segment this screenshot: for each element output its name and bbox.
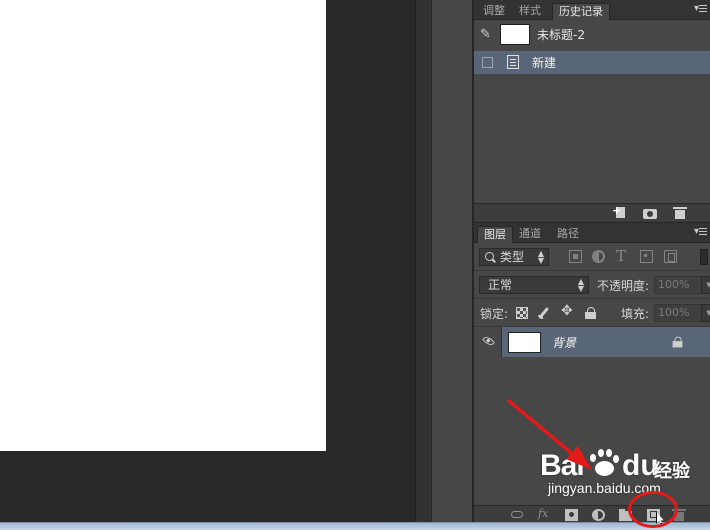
layer-filter-row: 类型 ▲ ▼ T xyxy=(474,243,710,271)
tab-paths[interactable]: 路径 xyxy=(551,226,585,243)
history-footer xyxy=(474,203,710,222)
lock-label: 锁定: xyxy=(480,307,509,321)
fill-field[interactable]: 100% ▼ xyxy=(654,304,710,322)
lock-transparent-pixels-icon[interactable] xyxy=(516,307,528,319)
lock-position-icon[interactable]: ✥ xyxy=(561,303,573,319)
snapshot-label: 未标题-2 xyxy=(537,28,585,42)
fill-value: 100% xyxy=(658,306,690,319)
layers-panel-tabbar: 图层 通道 路径 ▾ xyxy=(474,223,710,243)
opacity-dropdown-icon[interactable]: ▼ xyxy=(701,276,710,294)
layer-style-fx-icon[interactable]: fx xyxy=(538,507,551,520)
red-annotation-circle xyxy=(628,491,678,528)
new-adjustment-layer-icon[interactable] xyxy=(592,509,605,521)
history-panel: 调整 样式 历史记录 ▾ ✎ 未标题-2 新建 xyxy=(473,0,710,222)
layer-visibility-toggle[interactable] xyxy=(474,327,502,357)
collapsed-panel-dock xyxy=(431,0,473,522)
layer-name[interactable]: 背景 xyxy=(552,334,576,351)
opacity-field[interactable]: 100% ▼ xyxy=(654,276,710,294)
fill-dropdown-icon[interactable]: ▼ xyxy=(701,304,710,322)
lock-image-pixels-icon[interactable] xyxy=(538,307,550,319)
history-state-new[interactable]: 新建 xyxy=(474,51,710,74)
select-arrows-icon: ▲ ▼ xyxy=(537,249,544,265)
add-mask-icon[interactable] xyxy=(565,509,578,521)
lock-row: 锁定: ✥ 填充: 100% ▼ xyxy=(474,299,710,327)
layer-filter-select[interactable]: 类型 ▲ ▼ xyxy=(479,248,549,266)
camera-icon[interactable] xyxy=(643,207,657,219)
document-canvas[interactable] xyxy=(0,0,326,451)
tab-channels[interactable]: 通道 xyxy=(513,226,547,243)
tab-layers[interactable]: 图层 xyxy=(477,226,513,243)
layer-thumbnail[interactable] xyxy=(508,332,541,353)
history-panel-tabbar: 调整 样式 历史记录 ▾ xyxy=(474,0,710,20)
opacity-value: 100% xyxy=(658,278,690,291)
snapshot-thumbnail xyxy=(500,24,530,45)
panel-menu-icon[interactable]: ▾ xyxy=(694,226,707,237)
history-snapshot-row[interactable]: ✎ 未标题-2 xyxy=(474,22,710,47)
type-layer-filter-icon[interactable]: T xyxy=(616,247,629,265)
shape-layer-filter-icon[interactable] xyxy=(639,249,654,264)
blend-row: 正常 ▲ ▼ 不透明度: 100% ▼ xyxy=(474,271,710,299)
new-document-icon xyxy=(507,55,519,69)
layer-row[interactable]: 背景 xyxy=(474,327,710,357)
lock-icon xyxy=(672,336,684,348)
panel-menu-icon[interactable]: ▾ xyxy=(694,3,707,14)
select-arrows-icon: ▲ ▼ xyxy=(577,277,584,293)
filter-toggle-switch[interactable] xyxy=(700,249,708,265)
history-state-label: 新建 xyxy=(532,56,557,70)
tab-styles[interactable]: 样式 xyxy=(513,3,547,20)
link-layers-icon[interactable] xyxy=(511,511,523,518)
opacity-label: 不透明度: xyxy=(597,279,650,293)
lock-all-icon[interactable] xyxy=(585,307,597,319)
blend-mode-value: 正常 xyxy=(488,278,513,292)
history-source-checkbox[interactable] xyxy=(482,57,493,68)
search-icon xyxy=(485,252,494,261)
layers-panel: 图层 通道 路径 ▾ 类型 ▲ ▼ T 正常 ▲ ▼ 不透明度: 100% ▼ 锁定… xyxy=(473,222,710,523)
canvas-area[interactable] xyxy=(0,0,415,522)
eye-icon xyxy=(482,334,495,348)
filter-kind-value: 类型 xyxy=(500,250,525,264)
taskbar-strip xyxy=(0,522,710,530)
canvas-scrollbar[interactable] xyxy=(415,0,431,522)
trash-icon[interactable] xyxy=(673,207,687,219)
smart-object-filter-icon[interactable] xyxy=(664,250,677,263)
fill-label: 填充: xyxy=(621,307,650,321)
new-document-from-state-icon[interactable] xyxy=(612,204,627,219)
adjustment-layer-filter-icon[interactable] xyxy=(592,250,605,263)
history-brush-icon[interactable]: ✎ xyxy=(480,27,496,43)
blend-mode-select[interactable]: 正常 ▲ ▼ xyxy=(479,276,589,294)
tab-history[interactable]: 历史记录 xyxy=(552,3,610,20)
pixel-layer-filter-icon[interactable] xyxy=(569,250,582,263)
tab-adjustments[interactable]: 调整 xyxy=(477,3,511,20)
